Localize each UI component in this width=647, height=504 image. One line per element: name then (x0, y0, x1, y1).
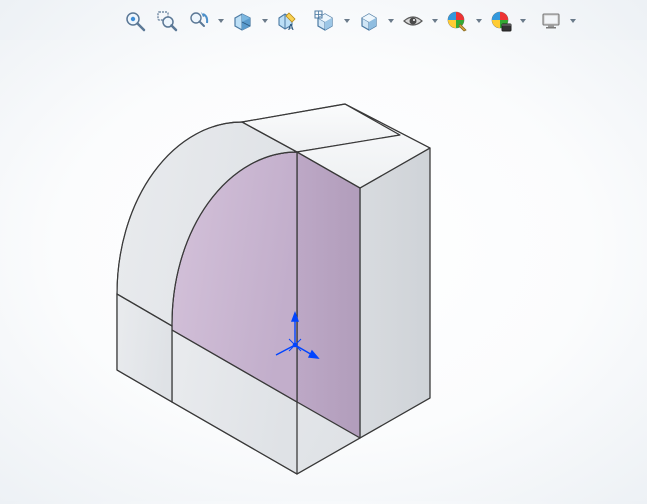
view-settings-icon (540, 10, 562, 32)
previous-view-icon (188, 10, 210, 32)
view-orientation-icon (314, 10, 336, 32)
hide-show-items-dropdown[interactable] (430, 7, 440, 35)
display-style-icon (358, 10, 380, 32)
caret-down-icon (476, 19, 482, 23)
dynamic-annotation-button[interactable]: A (272, 6, 302, 36)
edit-appearance-icon (446, 10, 468, 32)
previous-view-button[interactable] (184, 6, 214, 36)
view-orientation-dropdown[interactable] (342, 7, 352, 35)
view-settings-button[interactable] (536, 6, 566, 36)
display-style-button[interactable] (354, 6, 384, 36)
view-orientation-button[interactable] (310, 6, 340, 36)
apply-scene-icon (490, 10, 512, 32)
zoom-to-fit-button[interactable] (120, 6, 150, 36)
edit-appearance-button[interactable] (442, 6, 472, 36)
caret-down-icon (432, 19, 438, 23)
svg-text:A: A (288, 23, 294, 32)
zoom-to-area-button[interactable] (152, 6, 182, 36)
hide-show-items-button[interactable] (398, 6, 428, 36)
section-view-button[interactable] (228, 6, 258, 36)
caret-down-icon (218, 19, 224, 23)
caret-down-icon (520, 19, 526, 23)
view-settings-dropdown[interactable] (568, 7, 578, 35)
caret-down-icon (388, 19, 394, 23)
previous-view-dropdown[interactable] (216, 7, 226, 35)
apply-scene-button[interactable] (486, 6, 516, 36)
zoom-to-fit-icon (124, 10, 146, 32)
model-rendering (0, 40, 647, 501)
caret-down-icon (344, 19, 350, 23)
caret-down-icon (570, 19, 576, 23)
hide-show-icon (402, 10, 424, 32)
caret-down-icon (262, 19, 268, 23)
heads-up-view-toolbar: A (120, 4, 637, 38)
apply-scene-dropdown[interactable] (518, 7, 528, 35)
display-style-dropdown[interactable] (386, 7, 396, 35)
section-view-icon (232, 10, 254, 32)
graphics-viewport[interactable] (0, 40, 647, 501)
section-view-dropdown[interactable] (260, 7, 270, 35)
zoom-to-area-icon (156, 10, 178, 32)
edit-appearance-dropdown[interactable] (474, 7, 484, 35)
dynamic-annotate-icon: A (276, 10, 298, 32)
